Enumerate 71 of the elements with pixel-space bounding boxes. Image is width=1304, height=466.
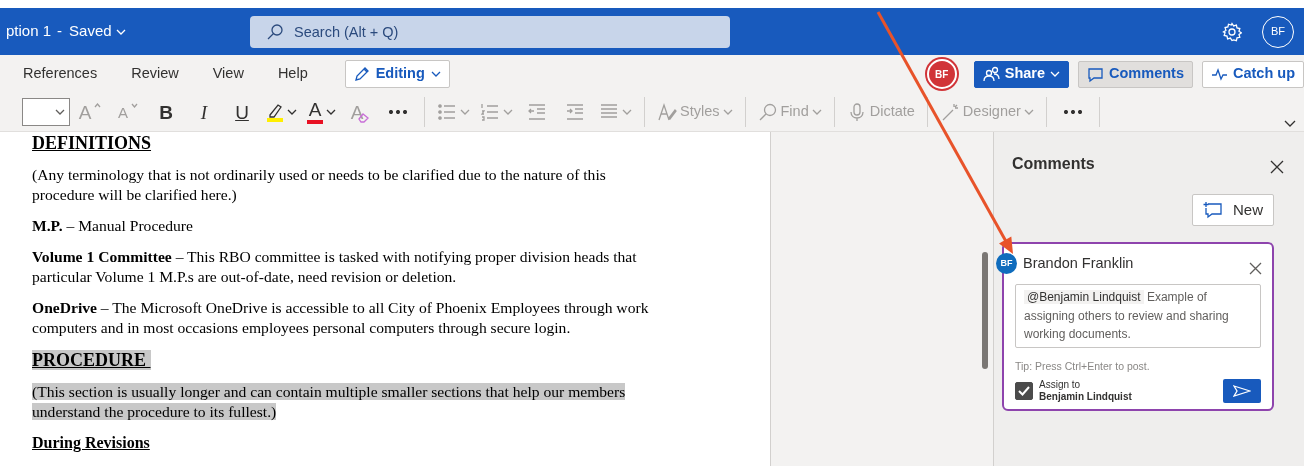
highlighter-icon — [266, 102, 284, 122]
caret-icon — [115, 28, 126, 35]
paragraph: (Any terminology that is not ordinarily used or needs to be clarified due to the nature of this procedure will be clarified here.) — [32, 165, 607, 205]
font-size-dropdown[interactable] — [22, 98, 70, 126]
numbered-list-icon — [480, 102, 500, 122]
assignee-name: Benjamin Lindquist — [1039, 391, 1132, 404]
section-heading: DEFINITIONS — [32, 132, 153, 154]
bold-button[interactable]: B — [148, 97, 184, 127]
caret-icon — [1023, 109, 1034, 115]
caret-icon — [811, 109, 822, 115]
styles-icon — [657, 102, 677, 122]
subsection-heading: During Revisions — [32, 433, 151, 453]
new-comment-button[interactable]: New — [1192, 194, 1274, 226]
caret-icon — [722, 109, 733, 115]
editing-mode-button[interactable]: Editing — [344, 60, 450, 88]
more-icon — [389, 110, 407, 114]
comment-input[interactable]: @Benjamin Lindquist Example of assigning others to review and sharing working documents. — [1015, 284, 1261, 348]
section-heading: PROCEDURE — [32, 349, 770, 371]
comments-button[interactable]: Comments — [1078, 60, 1193, 88]
search-field[interactable]: Search (Alt + Q) — [250, 15, 730, 48]
caret-down-icon — [131, 103, 138, 108]
catch-up-button[interactable]: Catch up — [1201, 60, 1304, 88]
decrease-indent-icon — [527, 102, 547, 122]
italic-button[interactable]: I — [186, 97, 222, 127]
collapse-icon[interactable] — [1284, 120, 1296, 128]
paragraph: (This section is usually longer and can contain multiple smaller sections that help our members understand the procedure to its fullest.) — [32, 382, 627, 422]
caret-up-icon — [94, 103, 102, 108]
underline-button[interactable]: U — [224, 97, 260, 127]
tip-text: Tip: Press Ctrl+Enter to post. — [1015, 358, 1151, 374]
search-icon — [757, 102, 778, 122]
ribbon-tab[interactable]: View — [195, 63, 261, 85]
caret-icon — [55, 109, 65, 115]
settings-icon[interactable] — [1222, 21, 1242, 42]
ribbon-tab[interactable]: References — [6, 63, 115, 85]
ribbon-tab[interactable]: Help — [260, 63, 325, 85]
author-name: Brandon Franklin — [1023, 254, 1134, 273]
paragraph: OneDrive – The Microsoft OneDrive is accessible to all City of Phoenix Employees through work computers and in most occasions employees personal computers through secure login. — [32, 298, 650, 338]
paragraph: M.P. – Manual Procedure — [32, 216, 194, 236]
share-button[interactable]: Share — [973, 60, 1070, 88]
scrollbar-thumb[interactable] — [982, 252, 988, 369]
caret-icon — [326, 109, 336, 115]
font-color-button[interactable]: A — [303, 97, 340, 127]
caret-icon — [503, 109, 513, 115]
send-button[interactable] — [1223, 379, 1261, 404]
presence-avatar: BF — [926, 59, 957, 89]
save-status[interactable]: Saved — [68, 19, 127, 44]
search-icon — [266, 22, 284, 41]
comment-icon — [1087, 65, 1105, 83]
pencil-icon — [353, 66, 370, 82]
assign-checkbox[interactable] — [1015, 382, 1033, 401]
send-icon — [1233, 385, 1251, 398]
bullets-icon — [437, 102, 457, 122]
caret-icon — [622, 109, 632, 115]
document-title: ption 1 — [6, 21, 52, 42]
caret-icon — [1050, 71, 1061, 77]
caret-icon — [430, 71, 441, 77]
assign-label: Assign to — [1039, 379, 1082, 392]
comment-add-icon — [1203, 201, 1223, 219]
ribbon-tab[interactable]: Review — [114, 63, 196, 85]
paragraph: Volume 1 Committee – This RBO committee is tasked with notifying proper division heads that particular Volume 1 M.P.s are out-of-date, need revision or deletion. — [32, 247, 638, 287]
caret-icon — [287, 109, 297, 115]
pane-title: Comments — [1012, 154, 1095, 174]
close-icon — [1270, 159, 1284, 174]
close-icon — [1249, 262, 1262, 276]
people-icon — [982, 65, 1000, 83]
author-avatar: BF — [996, 253, 1017, 274]
title-separator: - — [57, 21, 63, 42]
more-icon — [1063, 110, 1082, 114]
increase-indent-icon — [565, 102, 585, 122]
check-icon — [1018, 386, 1030, 397]
caret-icon — [460, 109, 470, 115]
